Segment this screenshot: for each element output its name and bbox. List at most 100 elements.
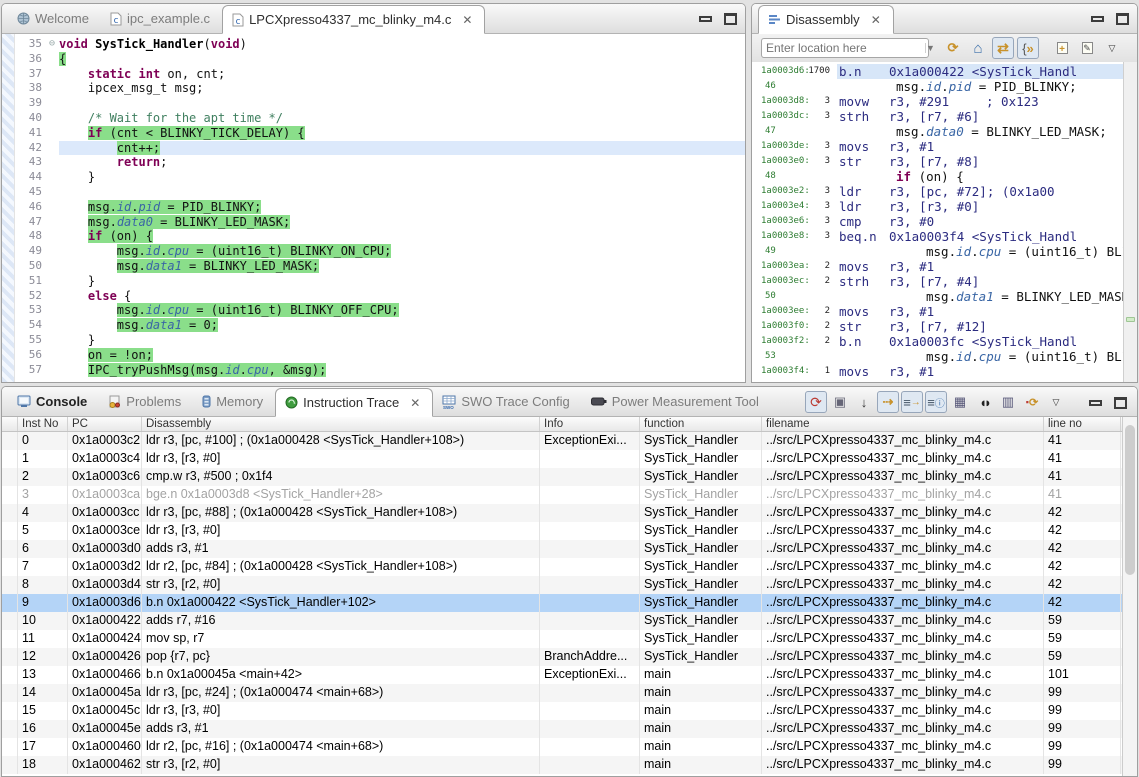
tab-problems[interactable]: Problems [99, 387, 193, 416]
maximize-icon[interactable] [724, 13, 737, 25]
refresh-trace-icon[interactable]: ⟳ [805, 391, 827, 413]
trace-row[interactable]: 50x1a0003celdr r3, [r3, #0]SysTick_Handl… [2, 522, 1137, 540]
trace-row[interactable]: 20x1a0003c6cmp.w r3, #500 ; 0x1f4SysTick… [2, 468, 1137, 486]
code-text [59, 96, 745, 111]
trace-row[interactable]: 180x1a000462str r3, [r2, #0]main../src/L… [2, 756, 1137, 774]
disassembly-toolbar: ▼ ⟳ ⌂ ⇄ {» + ✎ ▽ [752, 34, 1137, 62]
line-number: 56 [15, 348, 45, 363]
close-icon[interactable]: ✕ [871, 13, 881, 27]
trace-row[interactable]: 80x1a0003d4str r3, [r2, #0]SysTick_Handl… [2, 576, 1137, 594]
vertical-scrollbar[interactable] [1122, 417, 1137, 776]
trace-row[interactable]: 130x1a000466b.n 0x1a00045a <main+42>Exce… [2, 666, 1137, 684]
cell-info [540, 738, 640, 756]
minimize-icon[interactable] [699, 16, 712, 22]
line-number: 38 [15, 81, 45, 96]
overview-ruler[interactable] [1123, 62, 1137, 382]
follow-instruction-icon[interactable]: {» [1017, 37, 1039, 59]
cell-disassembly: adds r3, #1 [142, 720, 540, 738]
address: 1a0003e2: [752, 184, 808, 199]
cell-filename: ../src/LPCXpresso4337_mc_blinky_m4.c [762, 684, 1044, 702]
disassembly-view[interactable]: 1a0003d6:1700b.n0x1a000422 <SysTick_Hand… [752, 62, 1123, 382]
export-table-icon[interactable]: ▦ [949, 391, 971, 413]
cell-function: SysTick_Handler [640, 648, 762, 666]
tab-ipc-example[interactable]: c ipc_example.c [101, 4, 222, 33]
trace-row[interactable]: 160x1a00045eadds r3, #1main../src/LPCXpr… [2, 720, 1137, 738]
home-icon[interactable]: ⌂ [967, 37, 989, 59]
cell-pc: 0x1a000460 [68, 738, 142, 756]
tab-memory[interactable]: Memory [193, 387, 275, 416]
close-icon[interactable]: ✕ [410, 396, 420, 410]
cell-info [540, 522, 640, 540]
view-menu-icon[interactable]: ▽ [1045, 391, 1067, 413]
trace-row[interactable]: 140x1a00045aldr r3, [pc, #24] ; (0x1a000… [2, 684, 1137, 702]
columns-icon[interactable]: ▥ [997, 391, 1019, 413]
trace-row[interactable]: 120x1a000426pop {r7, pc}BranchAddre...Sy… [2, 648, 1137, 666]
location-combo[interactable]: ▼ [761, 38, 929, 58]
profile-refresh-icon[interactable]: ▪⟳ [1021, 391, 1043, 413]
cell-disassembly: ldr r2, [pc, #84] ; (0x1a000428 <SysTick… [142, 558, 540, 576]
trace-row[interactable]: 00x1a0003c2ldr r3, [pc, #100] ; (0x1a000… [2, 432, 1137, 450]
close-icon[interactable]: ✕ [462, 13, 472, 27]
trace-row[interactable]: 100x1a000422adds r7, #16SysTick_Handler.… [2, 612, 1137, 630]
coverage-highlight: msg.data0 = BLINKY_LED_MASK; [88, 215, 290, 229]
trace-row[interactable]: 40x1a0003ccldr r3, [pc, #88] ; (0x1a0004… [2, 504, 1137, 522]
sync-arrows-icon[interactable]: ⇄ [992, 37, 1014, 59]
address: 1a0003ee: [752, 304, 808, 319]
show-disassembly-icon[interactable]: ≡ⓘ [925, 391, 947, 413]
trace-row[interactable]: 90x1a0003d6b.n 0x1a000422 <SysTick_Handl… [2, 594, 1137, 612]
maximize-icon[interactable] [1116, 13, 1129, 25]
tab-swo-trace-config[interactable]: SWO SWO Trace Config [433, 387, 581, 416]
view-menu-icon[interactable]: ▽ [1101, 37, 1123, 59]
header-line-no[interactable]: line no [1044, 417, 1121, 431]
tab-welcome[interactable]: Welcome [8, 4, 101, 33]
address: 1a0003f4: [752, 364, 808, 379]
trace-settings-icon[interactable]: ▣ [829, 391, 851, 413]
cell-gutter [2, 756, 18, 774]
operands: r3, #0 [889, 214, 986, 229]
trace-row[interactable]: 10x1a0003c4ldr r3, [r3, #0]SysTick_Handl… [2, 450, 1137, 468]
trace-table-header[interactable]: Inst No PC Disassembly Info function fil… [2, 417, 1137, 432]
trace-row[interactable]: 70x1a0003d2ldr r2, [pc, #84] ; (0x1a0004… [2, 558, 1137, 576]
header-filename[interactable]: filename [762, 417, 1044, 431]
header-inst-no[interactable]: Inst No [18, 417, 68, 431]
line-number: 48 [15, 229, 45, 244]
trace-row[interactable]: 60x1a0003d0adds r3, #1SysTick_Handler../… [2, 540, 1137, 558]
tab-instruction-trace[interactable]: Instruction Trace ✕ [275, 388, 433, 417]
scrollbar-thumb[interactable] [1125, 425, 1135, 575]
mask-icon[interactable]: ◖◗ [973, 391, 995, 413]
cell-gutter [2, 630, 18, 648]
address: 1a0003e0: [752, 154, 808, 169]
chevron-down-icon[interactable]: ▼ [925, 43, 935, 53]
location-input[interactable] [762, 41, 925, 55]
tab-console[interactable]: Console [8, 387, 99, 416]
code-editor[interactable]: 35⊖void SysTick_Handler(void)36{37 stati… [2, 34, 745, 382]
download-trace-icon[interactable]: ↓ [853, 391, 875, 413]
pin-view-icon[interactable]: ✎ [1076, 37, 1098, 59]
hit-count: 2 [808, 274, 830, 289]
trace-row[interactable]: 150x1a00045cldr r3, [r3, #0]main../src/L… [2, 702, 1137, 720]
minimize-icon[interactable] [1089, 400, 1102, 406]
maximize-icon[interactable] [1114, 397, 1127, 409]
minimize-icon[interactable] [1091, 16, 1104, 22]
fold-marker-icon[interactable]: ⊖ [45, 37, 59, 52]
cell-info [540, 468, 640, 486]
show-source-icon[interactable]: ≡→ [901, 391, 923, 413]
open-new-view-icon[interactable]: + [1051, 37, 1073, 59]
cell-pc: 0x1a00045c [68, 702, 142, 720]
hit-count: 1700 [808, 64, 830, 79]
tab-power-measurement[interactable]: Power Measurement Tool [582, 387, 771, 416]
link-with-source-icon[interactable]: ⇢ [877, 391, 899, 413]
cell-info [540, 450, 640, 468]
refresh-view-icon[interactable]: ⟳ [942, 37, 964, 59]
coverage-highlight: if (cnt < BLINKY_TICK_DELAY) { [88, 126, 305, 140]
trace-row[interactable]: 170x1a000460ldr r2, [pc, #16] ; (0x1a000… [2, 738, 1137, 756]
header-disassembly[interactable]: Disassembly [142, 417, 540, 431]
header-pc[interactable]: PC [68, 417, 142, 431]
header-function[interactable]: function [640, 417, 762, 431]
trace-row[interactable]: 30x1a0003cabge.n 0x1a0003d8 <SysTick_Han… [2, 486, 1137, 504]
tab-disassembly[interactable]: Disassembly ✕ [758, 5, 894, 34]
fold-gutter [45, 141, 59, 156]
header-info[interactable]: Info [540, 417, 640, 431]
tab-blinky-m4[interactable]: c LPCXpresso4337_mc_blinky_m4.c ✕ [222, 5, 485, 34]
trace-row[interactable]: 110x1a000424mov sp, r7SysTick_Handler../… [2, 630, 1137, 648]
